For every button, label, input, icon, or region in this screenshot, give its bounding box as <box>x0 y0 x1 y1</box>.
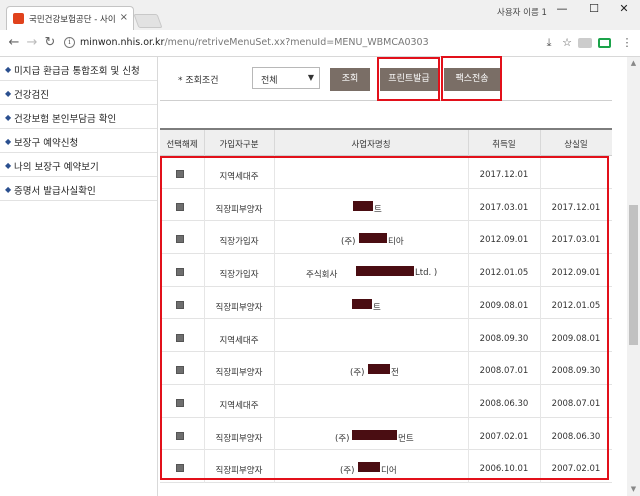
sidebar-item-certificate[interactable]: ◆ 증명서 발급사실확인 <box>0 177 157 201</box>
sidebar-item-copay[interactable]: ◆ 건강보험 본인부담금 확인 <box>0 105 157 129</box>
url-text[interactable]: minwon.nhis.or.kr/menu/retriveMenuSet.xx… <box>80 37 429 48</box>
query-button[interactable]: 조회 <box>330 68 370 91</box>
browser-titlebar: 국민건강보험공단 - 사이 × 사용자 이름 1 — ☐ ✕ <box>0 0 640 30</box>
scrollbar-thumb[interactable] <box>629 205 638 345</box>
bullet-icon: ◆ <box>5 113 12 122</box>
header-lost-date: 상실일 <box>564 140 588 150</box>
bullet-icon: ◆ <box>5 65 12 74</box>
download-icon[interactable]: ⤓ <box>542 36 556 50</box>
address-bar[interactable]: i minwon.nhis.or.kr/menu/retriveMenuSet.… <box>62 33 582 53</box>
bullet-icon: ◆ <box>5 89 12 98</box>
url-path: /menu/retriveMenuSet.xx?menuId=MENU_WBMC… <box>164 37 429 48</box>
menu-icon[interactable]: ⋮ <box>620 36 634 50</box>
scroll-down-icon[interactable]: ▼ <box>629 485 638 494</box>
sidebar-item-label: 미지급 환급금 통합조회 및 신청 <box>14 66 140 77</box>
tab-close-icon[interactable]: × <box>120 12 128 23</box>
bullet-icon: ◆ <box>5 185 12 194</box>
sidebar-item-label: 보장구 예약신청 <box>14 138 79 149</box>
sidebar-item-refund[interactable]: ◆ 미지급 환급금 통합조회 및 신청 <box>0 57 157 81</box>
green-extension-icon[interactable] <box>598 38 611 48</box>
tab-title: 국민건강보험공단 - 사이 <box>29 15 116 25</box>
profile-name[interactable]: 사용자 이름 1 <box>497 6 547 18</box>
bullet-icon: ◆ <box>5 137 12 146</box>
chevron-down-icon: ▼ <box>307 73 314 82</box>
close-window-button[interactable]: ✕ <box>610 2 638 18</box>
new-tab-button[interactable] <box>133 14 163 28</box>
sidebar-item-device-booking[interactable]: ◆ 보장구 예약신청 <box>0 129 157 153</box>
header-business-name: 사업자명칭 <box>351 140 391 150</box>
fax-highlight-box <box>441 56 502 101</box>
sidebar-item-label: 건강검진 <box>14 90 49 101</box>
scroll-up-icon[interactable]: ▲ <box>629 59 638 68</box>
condition-select[interactable]: 전체 ▼ <box>252 67 320 89</box>
select-value: 전체 <box>261 76 278 86</box>
search-condition-label: * 조회조건 <box>178 76 219 86</box>
table-header: 선택해제 가입자구분 사업자명칭 취득일 상실일 <box>160 128 612 158</box>
site-info-icon[interactable]: i <box>64 37 75 48</box>
site-favicon-icon <box>13 13 24 24</box>
star-icon[interactable]: ☆ <box>560 36 574 50</box>
url-host: minwon.nhis.or.kr <box>80 37 165 48</box>
sidebar-item-my-bookings[interactable]: ◆ 나의 보장구 예약보기 <box>0 153 157 177</box>
sidebar-item-label: 증명서 발급사실확인 <box>14 186 96 197</box>
header-acquired-date: 취득일 <box>492 140 516 150</box>
browser-toolbar: ← → ↻ i minwon.nhis.or.kr/menu/retriveMe… <box>0 30 640 57</box>
sidebar-item-label: 건강보험 본인부담금 확인 <box>14 114 117 125</box>
extension-icon[interactable] <box>578 38 592 48</box>
back-button[interactable]: ← <box>6 35 22 51</box>
sidebar: ◆ 미지급 환급금 통합조회 및 신청 ◆ 건강검진 ◆ 건강보험 본인부담금 … <box>0 57 158 496</box>
sidebar-item-checkup[interactable]: ◆ 건강검진 <box>0 81 157 105</box>
forward-button[interactable]: → <box>24 35 40 51</box>
browser-tab[interactable]: 국민건강보험공단 - 사이 × <box>6 6 134 30</box>
print-highlight-box <box>377 57 440 101</box>
sidebar-item-label: 나의 보장구 예약보기 <box>14 162 99 173</box>
reload-button[interactable]: ↻ <box>42 35 58 51</box>
bullet-icon: ◆ <box>5 161 12 170</box>
table-highlight-box <box>160 156 609 480</box>
minimize-button[interactable]: — <box>548 2 576 18</box>
maximize-button[interactable]: ☐ <box>580 2 608 18</box>
header-deselect[interactable]: 선택해제 <box>160 138 204 150</box>
header-member-type: 가입자구분 <box>219 140 259 150</box>
